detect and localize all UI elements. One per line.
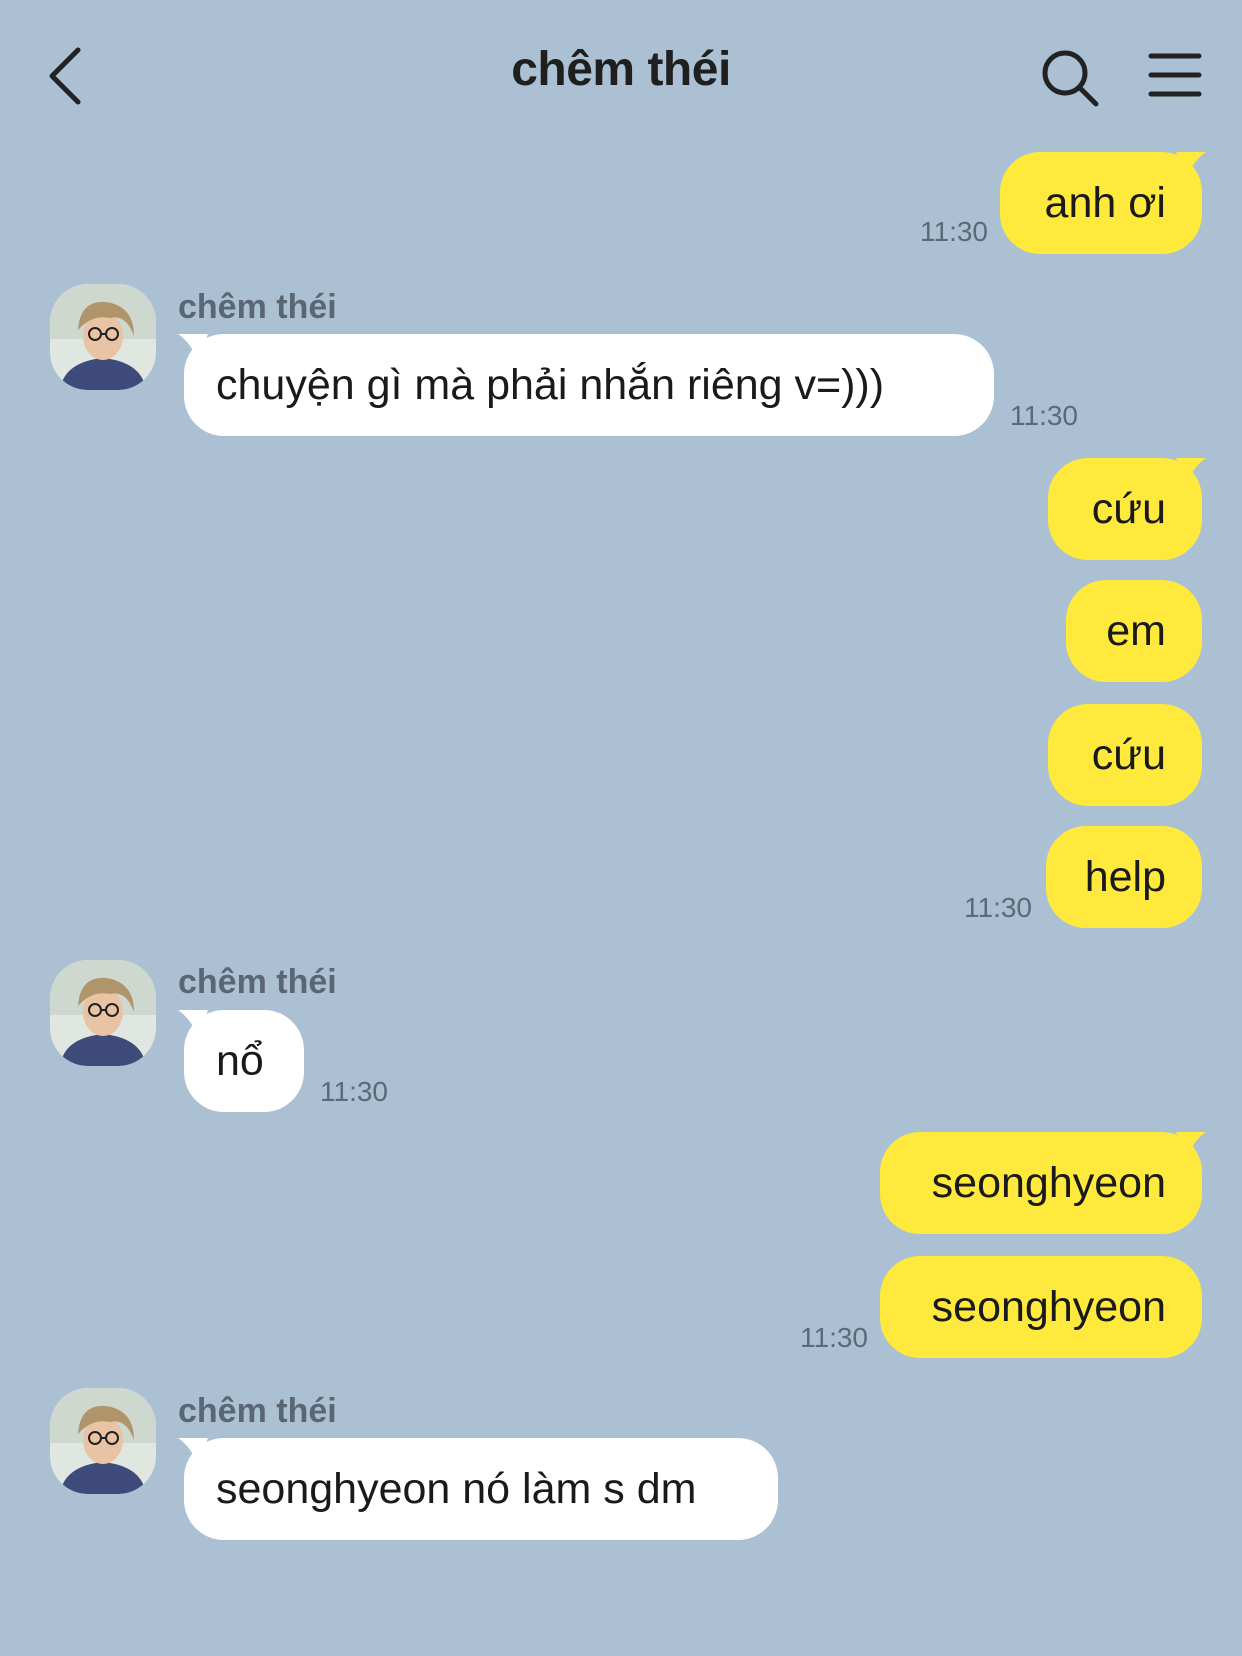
bubble-tail-icon — [1176, 1132, 1206, 1158]
outgoing-message[interactable]: seonghyeon — [880, 1132, 1202, 1234]
outgoing-message[interactable]: cứu — [1048, 704, 1202, 806]
incoming-message[interactable]: chuyện gì mà phải nhắn riêng v=))) — [184, 334, 994, 436]
sender-name: chêm théi — [178, 288, 337, 326]
message-timestamp: 11:30 — [320, 1076, 388, 1107]
contact-avatar[interactable] — [50, 960, 156, 1066]
outgoing-message[interactable]: help — [1046, 826, 1202, 928]
contact-avatar[interactable] — [50, 284, 156, 390]
avatar-photo — [50, 960, 156, 1066]
outgoing-message[interactable]: em — [1066, 580, 1202, 682]
message-timestamp: 11:30 — [800, 1322, 868, 1353]
menu-icon — [1148, 53, 1202, 97]
sender-name: chêm théi — [178, 963, 337, 1001]
contact-avatar[interactable] — [50, 1388, 156, 1494]
chat-header: chêm théi — [0, 0, 1242, 150]
search-icon — [1042, 50, 1099, 107]
search-button[interactable] — [1040, 48, 1100, 108]
message-timestamp: 11:30 — [964, 892, 1032, 923]
bubble-tail-icon — [1176, 152, 1206, 178]
avatar-photo — [50, 284, 156, 390]
incoming-message[interactable]: nổ — [184, 1010, 304, 1112]
menu-button[interactable] — [1148, 50, 1202, 100]
bubble-tail-icon — [1176, 458, 1206, 484]
message-timestamp: 11:30 — [920, 216, 988, 247]
incoming-message[interactable]: seonghyeon nó làm s dm — [184, 1438, 778, 1540]
message-timestamp: 11:30 — [1010, 400, 1078, 431]
avatar-photo — [50, 1388, 156, 1494]
outgoing-message[interactable]: seonghyeon — [880, 1256, 1202, 1358]
outgoing-message[interactable]: anh ơi — [1000, 152, 1202, 254]
sender-name: chêm théi — [178, 1392, 337, 1430]
